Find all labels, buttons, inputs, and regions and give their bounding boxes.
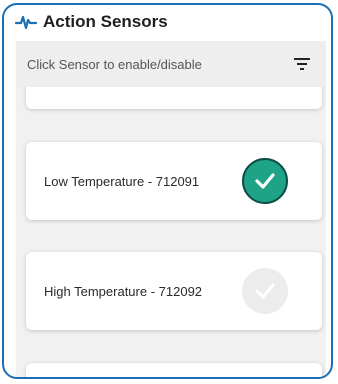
sensor-label: Low Temperature - 712091 <box>44 173 200 189</box>
title-bar: Action Sensors <box>4 5 331 39</box>
sensor-list[interactable]: Low Temperature - 712091 High Temperatur… <box>16 87 326 377</box>
list-item[interactable] <box>26 363 322 377</box>
list-item[interactable] <box>26 87 322 109</box>
instruction-text: Click Sensor to enable/disable <box>27 56 202 72</box>
app-window: Action Sensors Click Sensor to enable/di… <box>2 3 333 379</box>
filter-icon <box>294 58 310 70</box>
filter-button[interactable] <box>292 54 312 74</box>
sensor-label: High Temperature - 712092 <box>44 283 203 299</box>
page-title: Action Sensors <box>43 12 168 31</box>
checkmark-icon[interactable] <box>242 158 288 204</box>
pulse-icon <box>15 15 37 30</box>
toolbar: Click Sensor to enable/disable <box>16 41 326 87</box>
sensor-card-low-temperature[interactable]: Low Temperature - 712091 <box>26 142 322 220</box>
sensor-card-high-temperature[interactable]: High Temperature - 712092 <box>26 252 322 330</box>
checkmark-icon[interactable] <box>242 268 288 314</box>
